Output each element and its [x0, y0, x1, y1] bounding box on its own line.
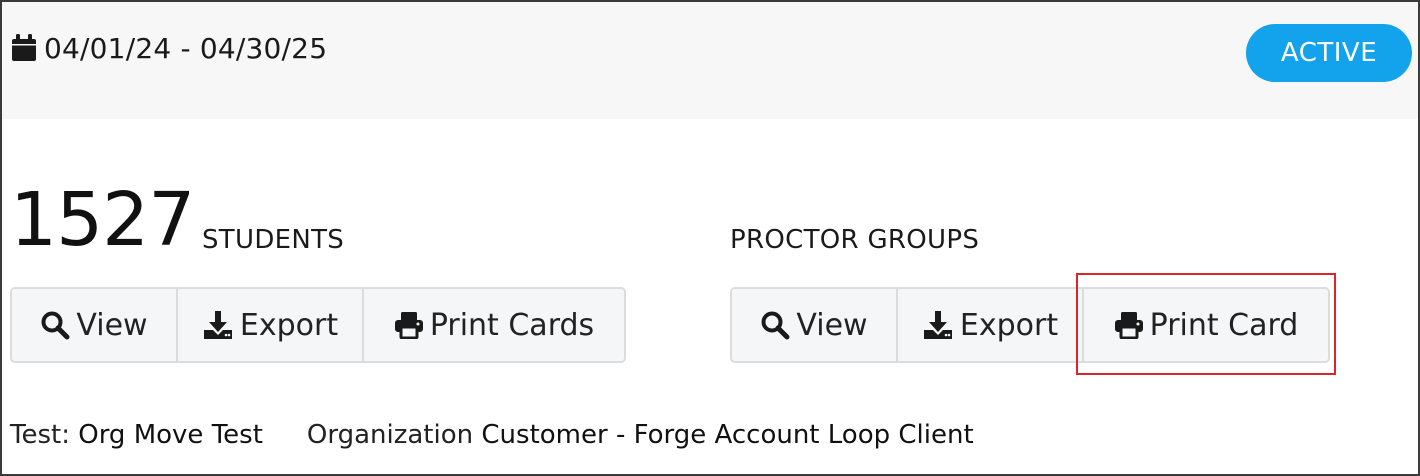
students-button-group: View Export Print Cards	[10, 287, 626, 363]
assessment-card: 04/01/24 - 04/30/25 ACTIVE 1527 STUDENTS…	[0, 0, 1420, 476]
proctor-export-button[interactable]: Export	[898, 289, 1084, 361]
organization-name: Customer - Forge Account Loop Client	[481, 420, 974, 450]
test-key: Test:	[10, 420, 70, 450]
proctor-view-label: View	[796, 307, 868, 343]
students-print-label: Print Cards	[429, 307, 595, 343]
proctor-groups-button-group: View Export Print Card	[730, 287, 1330, 363]
proctor-print-card-button[interactable]: Print Card	[1084, 289, 1328, 361]
organization-key: Organization	[306, 420, 474, 450]
proctor-print-label: Print Card	[1149, 307, 1299, 343]
students-view-label: View	[76, 307, 148, 343]
download-icon	[203, 311, 232, 339]
printer-icon	[1114, 312, 1143, 339]
test-info-line: Test: Org Move Test Organization Custome…	[10, 420, 974, 450]
students-export-label: Export	[239, 307, 339, 343]
proctor-view-button[interactable]: View	[732, 289, 898, 361]
printer-icon	[394, 312, 423, 339]
students-label: STUDENTS	[202, 225, 345, 255]
students-print-cards-button[interactable]: Print Cards	[364, 289, 624, 361]
search-icon	[761, 311, 790, 340]
date-range: 04/01/24 - 04/30/25	[10, 30, 327, 66]
students-view-button[interactable]: View	[12, 289, 178, 361]
download-icon	[923, 311, 952, 339]
calendar-icon	[12, 34, 36, 61]
status-badge: ACTIVE	[1246, 24, 1412, 82]
test-name: Org Move Test	[78, 420, 263, 450]
proctor-export-label: Export	[959, 307, 1059, 343]
card-header: 04/01/24 - 04/30/25 ACTIVE	[2, 2, 1418, 119]
proctor-groups-label: PROCTOR GROUPS	[730, 225, 980, 255]
students-export-button[interactable]: Export	[178, 289, 364, 361]
student-count: 1527	[10, 177, 195, 263]
search-icon	[41, 311, 70, 340]
date-range-text: 04/01/24 - 04/30/25	[44, 31, 328, 65]
